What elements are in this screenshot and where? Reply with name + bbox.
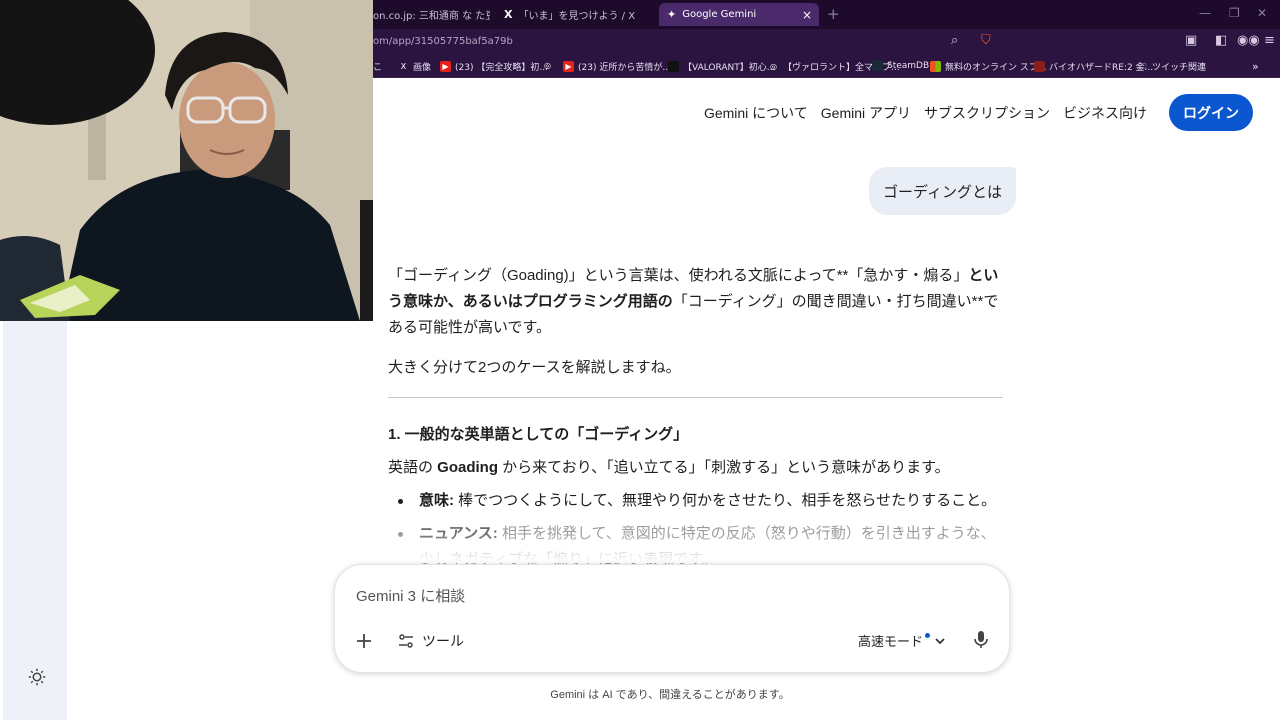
url-field[interactable]: om/app/31505775baf5a79b <box>373 36 513 47</box>
scroll-fade <box>380 533 1020 563</box>
nav-business[interactable]: ビジネス向け <box>1063 103 1147 123</box>
top-navigation: Gemini について Gemini アプリ サブスクリプション ビジネス向け … <box>704 94 1253 131</box>
webcam-person-image <box>0 0 373 321</box>
nav-subscription[interactable]: サブスクリプション <box>924 103 1050 123</box>
microphone-icon[interactable] <box>972 630 990 650</box>
site-icon <box>668 61 679 72</box>
x-logo-icon: X <box>400 62 407 71</box>
minimize-icon[interactable]: — <box>1199 6 1211 20</box>
menu-icon[interactable]: ≡ <box>1264 33 1275 48</box>
glasses-icon[interactable]: ◉◉ <box>1237 33 1260 48</box>
zoom-icon[interactable]: ⌕ <box>951 33 958 48</box>
split-view-icon[interactable]: ◧ <box>1215 33 1227 48</box>
tools-icon <box>399 634 413 648</box>
folder-icon: 🗀 <box>1138 62 1147 71</box>
prompt-input[interactable]: Gemini 3 に相談 <box>356 585 465 606</box>
bookmark-item[interactable]: 【VALORANT】初心... <box>668 60 775 73</box>
youtube-icon: ▶ <box>563 61 574 72</box>
tab-label: Google Gemini <box>682 9 757 20</box>
response-intro: 「ゴーディング（Goading)」という言葉は、使われる文脈によって**「急かす… <box>388 267 999 336</box>
tab-google-gemini[interactable]: ✦ Google Gemini × <box>659 3 819 26</box>
steam-icon <box>872 60 883 71</box>
mode-label: 高速モード <box>858 634 924 649</box>
more-bookmarks-button[interactable]: » <box>1252 60 1259 73</box>
tab-x[interactable]: X 「いま」を見つけよう / X <box>496 3 646 26</box>
bookmark-item[interactable]: X 画像 <box>398 60 431 73</box>
restore-icon[interactable]: ❐ <box>1229 6 1240 20</box>
bookmark-folder[interactable]: 🗀 ツイッチ関連 <box>1137 60 1207 73</box>
ai-disclaimer: Gemini は AI であり、間違えることがあります。 <box>550 689 790 701</box>
bookmark-item[interactable]: 無料のオンライン スプ... <box>930 60 1046 73</box>
close-window-icon[interactable]: ✕ <box>1257 6 1267 20</box>
x-logo-icon: X <box>504 8 513 21</box>
list-item: 意味: 棒でつつくようにして、無理やり何かをさせたり、相手を怒らせたりすること。 <box>388 488 1006 514</box>
globe-icon: ◎ <box>770 62 777 71</box>
tab-amazon[interactable]: on.co.jp: 三和通商 な た豆すっき! <box>365 3 490 26</box>
nav-about-gemini[interactable]: Gemini について <box>704 103 808 123</box>
sidebar-icon[interactable]: ▣ <box>1185 33 1197 48</box>
tools-label: ツール <box>422 633 464 649</box>
prompt-composer: Gemini 3 に相談 ツール 高速モード <box>334 564 1010 673</box>
user-message-text: ゴーディングとは <box>883 183 1002 201</box>
close-tab-icon[interactable]: × <box>802 8 812 22</box>
tab-label: on.co.jp: 三和通商 な た豆すっき! <box>373 11 490 22</box>
bookmark-item[interactable]: こ <box>373 60 382 73</box>
mode-selector[interactable]: 高速モード <box>858 631 947 650</box>
site-icon <box>1034 61 1045 72</box>
new-tab-icon[interactable]: + <box>827 5 840 23</box>
tab-label: 「いま」を見つけよう / X <box>518 11 636 22</box>
login-button[interactable]: ログイン <box>1169 94 1253 131</box>
brave-shield-icon[interactable]: ⛉ <box>981 33 991 48</box>
youtube-icon: ▶ <box>440 61 451 72</box>
divider <box>388 397 1003 398</box>
nav-gemini-app[interactable]: Gemini アプリ <box>821 103 911 123</box>
chevron-down-icon <box>935 637 945 644</box>
globe-icon: ◎ <box>544 61 551 70</box>
gemini-sparkle-icon: ✦ <box>667 8 677 21</box>
bookmark-item[interactable]: SteamDB <box>872 60 929 71</box>
bookmark-item[interactable]: ▶ (23) 【完全攻略】初... <box>440 60 548 73</box>
user-message-bubble: ゴーディングとは <box>869 167 1016 215</box>
section-description: 英語の Goading から来ており、「追い立てる」「刺激する」という意味があり… <box>388 459 950 476</box>
bookmark-item[interactable]: ▶ (23) 近所から苦情が... <box>563 60 671 73</box>
sun-icon <box>28 668 46 686</box>
new-indicator-dot <box>925 633 931 638</box>
microsoft-icon <box>930 61 941 72</box>
tools-button[interactable]: ツール <box>398 631 464 651</box>
bookmark-item[interactable]: バイオハザードRE:2 金... <box>1034 60 1153 73</box>
bookmark-item[interactable]: ◎ <box>542 60 557 71</box>
webcam-overlay <box>0 0 373 321</box>
add-icon[interactable] <box>354 631 374 651</box>
section-heading: 1. 一般的な英単語としての「ゴーディング」 <box>388 426 689 443</box>
response-summary: 大きく分けて2つのケースを解説しますね。 <box>388 359 681 376</box>
